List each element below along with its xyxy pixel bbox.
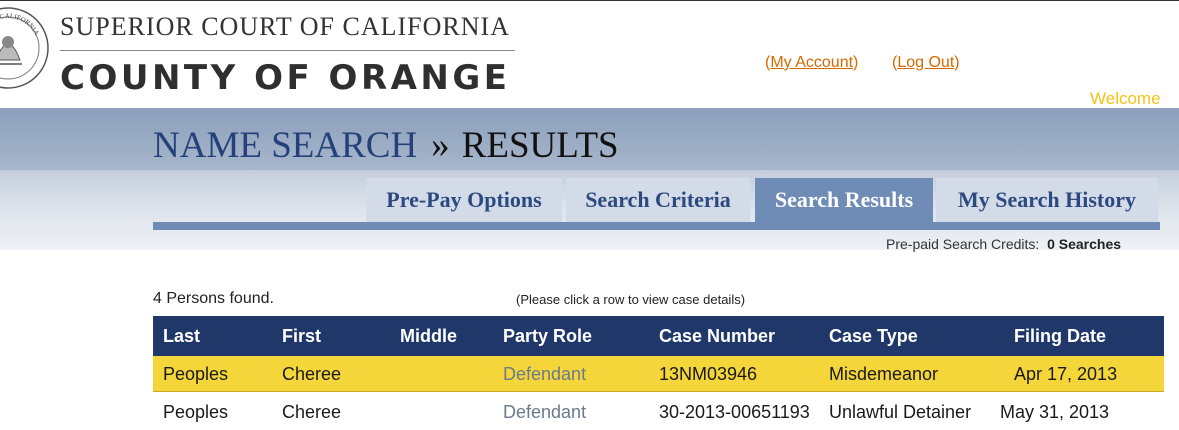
column-header-case-number[interactable]: Case Number bbox=[659, 316, 775, 356]
tab-pre-pay-options[interactable]: Pre-Pay Options bbox=[366, 178, 562, 222]
results-count: 4 Persons found. bbox=[153, 290, 274, 307]
cell-party-role: Defendant bbox=[503, 402, 587, 422]
page-title: NAME SEARCH » RESULTS bbox=[153, 124, 619, 167]
my-account-link[interactable]: (My Account) bbox=[765, 54, 858, 72]
cell-first: Cheree bbox=[282, 364, 342, 384]
welcome-text: Welcome bbox=[1090, 89, 1161, 108]
cell-case-type: Unlawful Detainer bbox=[829, 402, 972, 422]
cell-case-number: 13NM03946 bbox=[659, 364, 758, 384]
header-divider bbox=[60, 50, 515, 51]
cell-first: Cheree bbox=[282, 402, 342, 422]
cell-last: Peoples bbox=[163, 364, 229, 384]
column-header-last[interactable]: Last bbox=[163, 316, 200, 356]
page-title-page: RESULTS bbox=[461, 125, 619, 166]
cell-case-type: Misdemeanor bbox=[829, 364, 939, 384]
credits-label: Pre-paid Search Credits: bbox=[886, 236, 1040, 252]
court-seal-logo: OF CALIFORNIA bbox=[0, 7, 49, 89]
tab-search-results[interactable]: Search Results bbox=[755, 178, 933, 222]
prepaid-credits: Pre-paid Search Credits: 0 Searches bbox=[886, 236, 1121, 252]
court-name-heading: SUPERIOR COURT OF CALIFORNIA bbox=[60, 12, 510, 41]
cell-case-number: 30-2013-00651193 bbox=[659, 402, 810, 422]
cell-last: Peoples bbox=[163, 402, 229, 422]
county-name-heading: COUNTY OF ORANGE bbox=[60, 58, 511, 98]
column-header-filing-date[interactable]: Filing Date bbox=[1014, 316, 1106, 356]
breadcrumb-separator: » bbox=[431, 125, 450, 166]
log-out-label: Log Out bbox=[897, 54, 955, 71]
column-header-middle[interactable]: Middle bbox=[400, 316, 457, 356]
tab-my-search-history[interactable]: My Search History bbox=[936, 178, 1158, 222]
cell-filing-date: May 31, 2013 bbox=[1000, 402, 1110, 422]
column-header-first[interactable]: First bbox=[282, 316, 321, 356]
tab-underline bbox=[153, 222, 1160, 230]
log-out-link[interactable]: (Log Out) bbox=[892, 54, 960, 72]
results-hint: (Please click a row to view case details… bbox=[516, 292, 746, 307]
cell-party-role: Defendant bbox=[503, 364, 587, 384]
cell-filing-date: Apr 17, 2013 bbox=[1014, 364, 1118, 384]
column-header-case-type[interactable]: Case Type bbox=[829, 316, 918, 356]
top-border bbox=[0, 0, 1179, 1]
page-title-section: NAME SEARCH bbox=[153, 125, 418, 166]
my-account-label: My Account bbox=[770, 54, 854, 71]
credits-value: 0 Searches bbox=[1047, 236, 1122, 252]
column-header-party-role[interactable]: Party Role bbox=[503, 316, 592, 356]
tab-search-criteria[interactable]: Search Criteria bbox=[566, 178, 750, 222]
